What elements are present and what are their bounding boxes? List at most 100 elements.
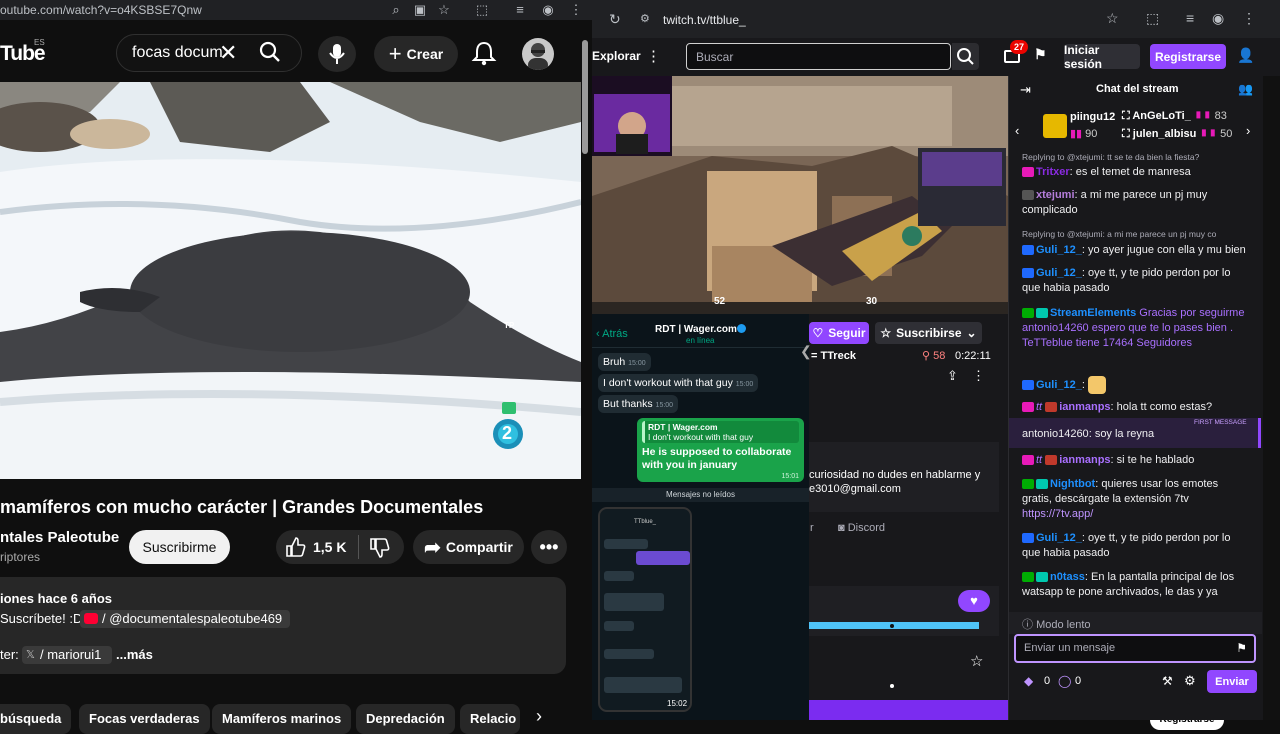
show-more-link[interactable]: ...más (116, 647, 153, 662)
send-button[interactable]: Enviar (1207, 670, 1257, 693)
video-title: mamíferos con mucho carácter | Grandes D… (0, 497, 484, 517)
social-link-partial[interactable]: r (810, 522, 814, 534)
extensions-icon[interactable]: ⬚ (1146, 10, 1159, 27)
gift-icon: ⛶ (1122, 128, 1130, 140)
chip-predation[interactable]: Depredación (356, 704, 455, 734)
profile-icon[interactable]: ◉ (540, 2, 556, 18)
badge-icon (1022, 268, 1034, 279)
sent-message-bubble: RDT | Wager.com I don't workout with tha… (637, 418, 804, 482)
profile-icon[interactable]: ◉ (1212, 10, 1224, 27)
explore-link[interactable]: Explorar (592, 49, 641, 63)
chip-true-seals[interactable]: Focas verdaderas (79, 704, 210, 734)
stream-video[interactable]: 52 30 (592, 76, 1008, 314)
discord-link[interactable]: ◙ Discord (838, 522, 885, 534)
chevron-right-icon[interactable]: › (536, 706, 542, 727)
notifications-bell-icon[interactable] (470, 38, 498, 68)
page-scrollbar[interactable] (1263, 76, 1280, 720)
bookmark-star-icon[interactable]: ☆ (436, 2, 452, 18)
star-icon: ☆ (880, 326, 892, 340)
game-frame (592, 76, 1008, 314)
tools-icon[interactable]: ⚒ (1162, 674, 1173, 688)
address-bar[interactable]: outube.com/watch?v=o4KSBSE7Qnw (0, 3, 202, 17)
dislike-icon[interactable] (368, 537, 390, 559)
heart-button[interactable]: ♥ (958, 590, 990, 612)
media-icon[interactable]: ≡ (512, 2, 528, 18)
star-icon[interactable]: ☆ (970, 652, 983, 670)
info-icon: ⓘ (1022, 619, 1033, 631)
more-vertical-icon[interactable]: ⋮ (972, 368, 985, 384)
carousel-dot[interactable] (890, 684, 894, 688)
contact-name[interactable]: RDT | Wager.com (655, 324, 737, 335)
plus-icon: + (388, 41, 402, 66)
slow-mode: ⓘ Modo lento (1022, 619, 1091, 631)
create-button[interactable]: + Crear (374, 36, 458, 72)
message-bubble: Bruh 15:00 (598, 353, 651, 371)
bookmark-star-icon[interactable]: ☆ (1106, 10, 1119, 27)
extensions-icon[interactable]: ⬚ (474, 2, 490, 18)
collapse-chat-icon[interactable]: ⇥ (1020, 82, 1031, 98)
like-icon[interactable] (284, 536, 306, 558)
users-icon[interactable]: 👥 (1238, 82, 1253, 96)
settings-gear-icon[interactable]: ⚙ (1184, 673, 1196, 689)
video-player[interactable] (0, 82, 581, 479)
zoom-icon[interactable]: ⌕ (388, 2, 404, 18)
page-scrollbar[interactable] (582, 40, 588, 154)
channel-name[interactable]: ntales Paleotube (0, 529, 119, 546)
prime-crown-icon[interactable]: ⚑ (1034, 46, 1047, 63)
chat-message: n0tass: En la pantalla principal de los … (1022, 571, 1235, 598)
about-text: curiosidad no dudes en hablarme y (809, 469, 981, 481)
search-icon[interactable] (952, 43, 979, 70)
bits-icon[interactable]: ◆ (1024, 674, 1033, 688)
badge-icon (1022, 479, 1034, 490)
badge-icon (1022, 308, 1034, 319)
address-bar[interactable]: twitch.tv/ttblue_ (663, 13, 746, 27)
chat-message: antonio14260: soy la reyna (1022, 428, 1155, 440)
chip-related[interactable]: Relacio (460, 704, 520, 734)
description-line-3: ter: (0, 647, 19, 662)
discord-icon: ◙ (838, 522, 845, 534)
search-input[interactable]: Buscar (686, 43, 951, 70)
menu-kebab-icon[interactable]: ⋮ (1242, 10, 1256, 27)
share-icon: ➦ (424, 536, 441, 559)
chat-input[interactable]: Enviar un mensaje ⚑ (1014, 634, 1256, 663)
user-icon[interactable]: 👤 (1237, 47, 1254, 64)
back-button[interactable]: ‹ Atrás (596, 328, 628, 340)
share-icon[interactable]: ⇪ (947, 368, 958, 384)
message-bubble: But thanks 15:00 (598, 395, 679, 413)
login-button[interactable]: Iniciar sesión (1064, 43, 1140, 71)
subscribe-button[interactable]: Suscribirme (129, 530, 230, 564)
message-bubble: I don't workout with that guy 15:00 (598, 374, 759, 392)
register-button[interactable]: Registrarse (1150, 44, 1226, 69)
chevron-down-icon: ⌄ (966, 326, 977, 340)
badge-icon (1036, 479, 1048, 490)
like-count[interactable]: 1,5 K (313, 539, 346, 555)
reload-icon[interactable]: ↻ (609, 11, 621, 28)
follow-button[interactable]: ♡ Seguir (809, 322, 869, 344)
chip-marine-mammals[interactable]: Mamíferos marinos (212, 704, 352, 734)
cast-icon[interactable]: ▣ (412, 2, 428, 18)
site-info-icon[interactable]: ⚙ (640, 12, 650, 25)
share-button[interactable]: ➦ Compartir (413, 530, 524, 564)
collapse-icon[interactable]: ❮ (800, 343, 812, 360)
avatar[interactable] (522, 38, 554, 70)
chip-search[interactable]: búsqueda (0, 704, 72, 734)
channel-points-icon[interactable]: ◯ (1058, 674, 1071, 688)
voice-search-button[interactable] (318, 36, 356, 72)
stream-category[interactable]: = TTreck (811, 350, 856, 362)
more-vertical-icon[interactable]: ⋮ (646, 47, 661, 65)
search-value: focas docum (132, 44, 223, 61)
clear-search-icon[interactable]: ✕ (219, 40, 237, 66)
more-actions-button[interactable]: ••• (531, 530, 567, 564)
top-gifter-count: ▮▮ 90 (1070, 128, 1098, 140)
phone-screenshot: TTblue_ (598, 507, 692, 712)
chevron-right-icon[interactable]: › (1246, 123, 1250, 138)
channel-link[interactable]: / @documentalespaleotube469 (80, 610, 290, 628)
twitter-link[interactable]: 𝕏 / mariorui1 (22, 646, 112, 664)
subscribe-dropdown[interactable]: ☆ Suscribirse ⌄ (875, 322, 982, 344)
media-icon[interactable]: ≡ (1186, 10, 1194, 26)
menu-kebab-icon[interactable]: ⋮ (568, 2, 584, 18)
emote-picker-icon[interactable]: ⚑ (1236, 641, 1247, 655)
badge-icon (1022, 245, 1034, 256)
chevron-left-icon[interactable]: ‹ (1015, 123, 1019, 138)
search-icon[interactable] (258, 40, 290, 66)
